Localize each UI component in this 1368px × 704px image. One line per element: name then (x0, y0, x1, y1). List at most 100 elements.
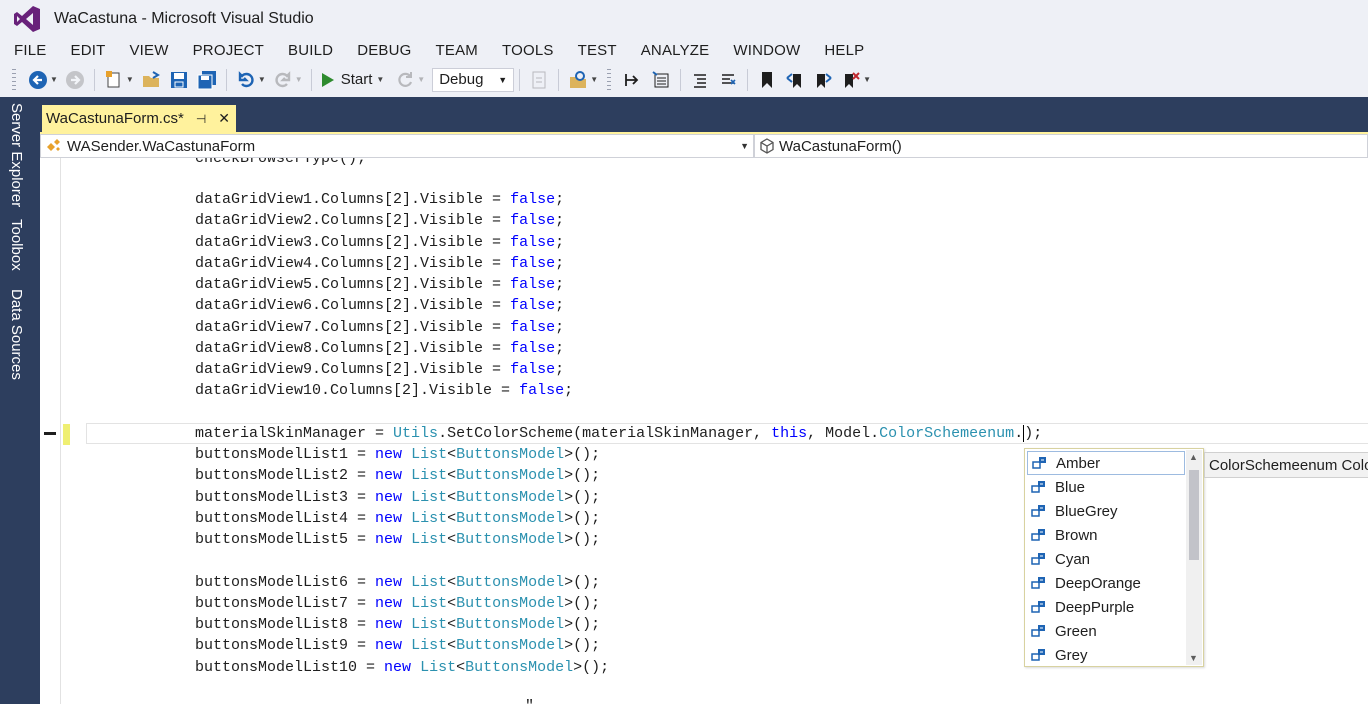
completion-item-amber[interactable]: Amber (1027, 451, 1185, 475)
configuration-value: Debug (439, 71, 484, 88)
undo-button[interactable] (235, 69, 257, 91)
code-line: buttonsModelList6 = new List<ButtonsMode… (195, 574, 601, 591)
code-line: buttonsModelList1 = new List<ButtonsMode… (195, 446, 601, 463)
navigate-back-button[interactable] (27, 69, 49, 91)
scroll-down-arrow-icon[interactable]: ▼ (1189, 653, 1198, 663)
type-scope-label: WASender.WaCastunaForm (67, 137, 256, 155)
type-scope-dropdown[interactable]: WASender.WaCastunaForm ▼ (40, 134, 754, 158)
menu-project[interactable]: PROJECT (181, 42, 276, 59)
save-button[interactable] (168, 69, 190, 91)
method-icon (760, 138, 774, 154)
pin-icon[interactable]: ⊣ (196, 112, 206, 126)
toolbar-grip[interactable] (12, 68, 16, 91)
restart-dropdown-icon[interactable]: ▼ (417, 75, 425, 84)
next-bookmark-button[interactable] (812, 69, 834, 91)
toolbar-separator (93, 68, 95, 91)
close-icon[interactable]: ✕ (218, 110, 230, 127)
scroll-up-arrow-icon[interactable]: ▲ (1189, 452, 1198, 462)
data-sources-tab[interactable]: Data Sources (8, 289, 25, 380)
clear-bookmarks-button[interactable] (840, 69, 862, 91)
menu-test[interactable]: TEST (566, 42, 629, 59)
menu-build[interactable]: BUILD (276, 42, 345, 59)
redo-icon (275, 70, 290, 87)
step-over-button[interactable] (650, 69, 672, 91)
undo-dropdown-icon[interactable]: ▼ (258, 75, 266, 84)
next-bookmark-icon (817, 72, 832, 88)
new-project-button[interactable] (103, 69, 125, 91)
menu-edit[interactable]: EDIT (58, 42, 117, 59)
attach-button[interactable] (528, 69, 550, 91)
outlining-marker[interactable] (44, 432, 56, 435)
menu-view[interactable]: VIEW (117, 42, 180, 59)
restart-button[interactable] (394, 69, 416, 91)
completion-item-deeporange[interactable]: DeepOrange (1027, 571, 1185, 595)
code-line: buttonsModelList8 = new List<ButtonsMode… (195, 616, 601, 633)
indicator-margin-divider (60, 158, 61, 704)
completion-item-green[interactable]: Green (1027, 619, 1185, 643)
step-into-button[interactable] (622, 69, 644, 91)
toolbar-separator (747, 68, 749, 91)
code-line: dataGridView1.Columns[2].Visible = false… (195, 191, 565, 208)
code-line: " (525, 696, 534, 704)
play-icon (321, 72, 334, 87)
code-line: dataGridView9.Columns[2].Visible = false… (195, 361, 565, 378)
tab-wacastunaform-cs[interactable]: WaCastunaForm.cs* ⊣ ✕ (42, 105, 236, 132)
previous-bookmark-button[interactable] (784, 69, 806, 91)
open-file-button[interactable] (140, 69, 162, 91)
start-dropdown-icon[interactable]: ▼ (376, 75, 384, 84)
menu-bar: FILE EDIT VIEW PROJECT BUILD DEBUG TEAM … (0, 38, 1368, 62)
menu-window[interactable]: WINDOW (721, 42, 812, 59)
menu-tools[interactable]: TOOLS (490, 42, 566, 59)
chevron-down-icon: ▼ (740, 141, 749, 151)
menu-help[interactable]: HELP (812, 42, 876, 59)
uncomment-button[interactable] (717, 69, 739, 91)
completion-item-label: DeepPurple (1055, 598, 1135, 616)
scrollbar-thumb[interactable] (1189, 470, 1199, 560)
menu-file[interactable]: FILE (2, 42, 58, 59)
completion-item-bluegrey[interactable]: BlueGrey (1027, 499, 1185, 523)
save-all-button[interactable] (196, 69, 218, 91)
menu-debug[interactable]: DEBUG (345, 42, 423, 59)
solution-configuration-select[interactable]: Debug ▼ (432, 67, 515, 92)
toggle-bookmark-button[interactable] (756, 69, 778, 91)
menu-team[interactable]: TEAM (424, 42, 490, 59)
redo-dropdown-icon[interactable]: ▼ (295, 75, 303, 84)
navigate-forward-button[interactable] (64, 69, 86, 91)
code-line: buttonsModelList7 = new List<ButtonsMode… (195, 595, 601, 612)
toolbar-grip[interactable] (607, 68, 612, 91)
completion-item-cyan[interactable]: Cyan (1027, 547, 1185, 571)
quick-info-text: ColorSchemeenum Color (1209, 456, 1368, 474)
step-over-icon (652, 70, 669, 87)
back-dropdown-icon[interactable]: ▼ (50, 75, 58, 84)
chevron-down-icon: ▼ (498, 74, 508, 85)
completion-item-brown[interactable]: Brown (1027, 523, 1185, 547)
completion-item-blue[interactable]: Blue (1027, 475, 1185, 499)
toolbar-separator (519, 68, 521, 91)
completion-item-label: Amber (1056, 454, 1101, 472)
completion-item-label: Brown (1055, 526, 1098, 544)
code-editor[interactable]: checkBrowserType(); dataGridView1.Column… (40, 158, 1368, 704)
menu-analyze[interactable]: ANALYZE (629, 42, 722, 59)
toolbar-overflow-icon[interactable]: ▼ (590, 75, 598, 84)
completion-item-label: Blue (1055, 478, 1086, 496)
enum-member-icon (1031, 577, 1045, 589)
new-project-dropdown-icon[interactable]: ▼ (126, 75, 134, 84)
redo-button[interactable] (272, 69, 294, 91)
find-in-files-button[interactable] (567, 69, 589, 91)
enum-member-icon (1031, 529, 1045, 541)
standard-toolbar: ▼ ▼ ▼ ▼ Start ▼ ▼ Debug ▼ ▼ ▼ (0, 62, 1368, 97)
enum-member-icon (1031, 481, 1045, 493)
member-scope-dropdown[interactable]: WaCastunaForm() (754, 134, 1368, 158)
code-line: dataGridView8.Columns[2].Visible = false… (195, 340, 565, 357)
completion-scrollbar[interactable]: ▲ ▼ (1186, 450, 1202, 665)
toolbox-tab[interactable]: Toolbox (8, 219, 25, 271)
toolbar-overflow-icon[interactable]: ▼ (863, 75, 871, 84)
comment-button[interactable] (689, 69, 711, 91)
code-line: buttonsModelList4 = new List<ButtonsMode… (195, 510, 601, 527)
completion-item-grey[interactable]: Grey (1027, 643, 1185, 667)
completion-item-deeppurple[interactable]: DeepPurple (1027, 595, 1185, 619)
start-debugging-button[interactable]: Start ▼ (321, 71, 388, 88)
forward-arrow-icon (65, 70, 84, 89)
server-explorer-tab[interactable]: Server Explorer (8, 103, 25, 207)
navigation-bar: WASender.WaCastunaForm ▼ WaCastunaForm() (40, 134, 1368, 158)
